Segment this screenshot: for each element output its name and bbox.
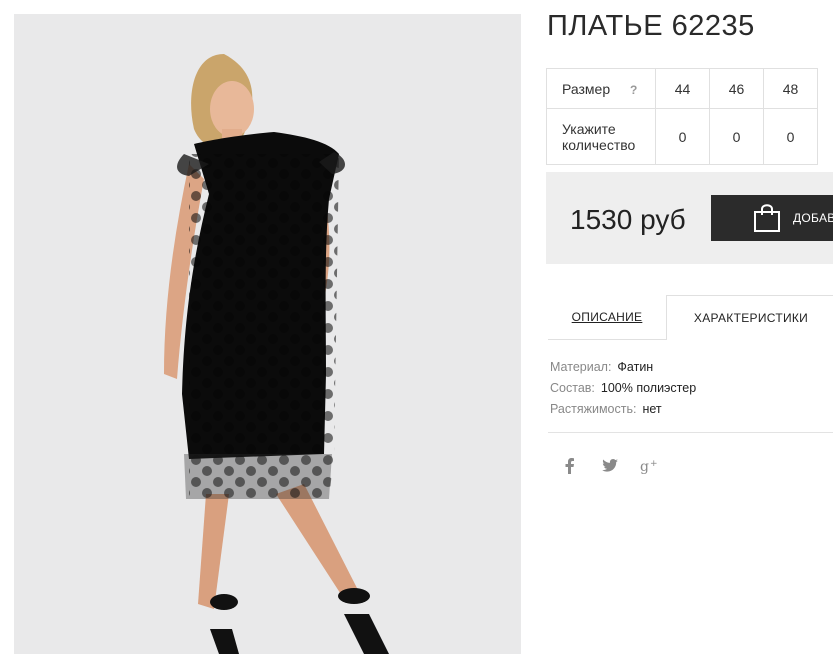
tab-characteristics[interactable]: ХАРАКТЕРИСТИКИ — [666, 295, 833, 340]
size-help-icon[interactable]: ? — [630, 83, 637, 97]
google-plus-icon[interactable]: g + — [640, 456, 660, 476]
size-label: Размер — [562, 80, 611, 97]
quantity-input-48[interactable]: 0 — [763, 108, 818, 165]
quantity-input-46[interactable]: 0 — [709, 108, 764, 165]
size-44: 44 — [655, 68, 710, 109]
product-tabs: ОПИСАНИЕ ХАРАКТЕРИСТИКИ — [548, 295, 833, 340]
specs-list: Материал: Фатин Состав: 100% полиэстер Рас… — [550, 357, 696, 420]
svg-text:g: g — [640, 459, 649, 474]
spec-row: Материал: Фатин — [550, 360, 654, 374]
twitter-icon[interactable] — [600, 456, 620, 476]
size-48: 48 — [763, 68, 818, 109]
price: 1530 руб — [570, 204, 686, 235]
product-photo[interactable] — [14, 14, 521, 654]
quantity-label: Укажите количество — [546, 108, 656, 165]
size-46: 46 — [709, 68, 764, 109]
social-share: g + — [560, 456, 660, 476]
size-label-cell: Размер ? — [546, 68, 656, 109]
spec-row: Состав: 100% полиэстер — [550, 381, 697, 395]
tab-description[interactable]: ОПИСАНИЕ — [548, 295, 666, 340]
size-quantity-table: Размер ? 44 46 48 Укажите количество 0 0… — [546, 68, 818, 165]
price-box: 1530 руб ДОБАВ — [546, 172, 833, 264]
spec-row: Растяжимость: нет — [550, 402, 662, 416]
svg-text:+: + — [650, 459, 658, 469]
shopping-bag-icon — [754, 204, 780, 232]
add-to-cart-button[interactable]: ДОБАВ — [711, 195, 833, 241]
add-to-cart-label: ДОБАВ — [793, 211, 833, 225]
facebook-icon[interactable] — [560, 456, 580, 476]
divider — [548, 432, 833, 433]
quantity-input-44[interactable]: 0 — [655, 108, 710, 165]
product-title: ПЛАТЬЕ 62235 — [547, 10, 755, 42]
